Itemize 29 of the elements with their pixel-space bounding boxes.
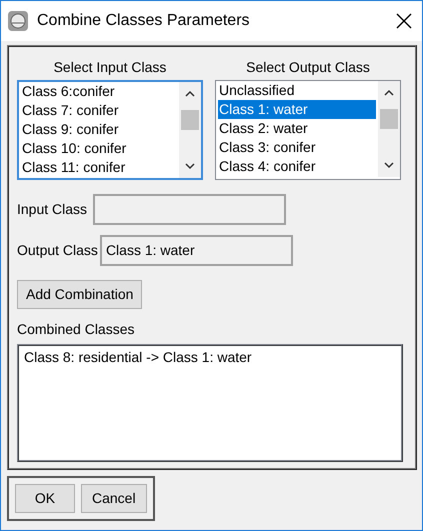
combined-list[interactable]: Class 8: residential -> Class 1: water bbox=[17, 344, 403, 462]
add-button[interactable]: Add Combination bbox=[17, 280, 142, 309]
scrollbar[interactable] bbox=[378, 81, 400, 179]
list-item[interactable]: Class 11: conifer bbox=[21, 158, 177, 177]
window-title: Combine Classes Parameters bbox=[37, 11, 251, 31]
list-item[interactable]: Class 6:conifer bbox=[21, 82, 177, 101]
field-label: Output Class bbox=[17, 241, 98, 260]
field-label: Input Class bbox=[17, 200, 88, 219]
list-item[interactable]: Class 8: residential -> Class 1: water bbox=[23, 348, 397, 367]
list-item[interactable]: Class 1: water bbox=[218, 100, 376, 119]
class-list[interactable]: Class 6:conifer Class 7: conifer Class 9: conifer Class 10: conifer Class 11: conifer bbox=[17, 80, 203, 180]
list-item[interactable]: Class 9: conifer bbox=[21, 120, 177, 139]
list-item[interactable]: Class 7: conifer bbox=[21, 101, 177, 120]
list-item[interactable]: Class 10: conifer bbox=[21, 139, 177, 158]
list-item[interactable]: Class 4: conifer bbox=[218, 157, 376, 176]
scrollbar[interactable] bbox=[179, 82, 201, 178]
list-item[interactable]: Unclassified bbox=[218, 81, 376, 100]
cancel-button[interactable]: Cancel bbox=[81, 484, 147, 513]
section-label: Combined Classes bbox=[17, 320, 136, 339]
list-heading: Select Input Class bbox=[54, 58, 166, 77]
ok-button[interactable]: OK bbox=[15, 484, 75, 513]
list-item[interactable]: Class 3: conifer bbox=[218, 138, 376, 157]
class-list[interactable]: Unclassified Class 1: water Class 2: water Class 3: conifer Class 4: conifer bbox=[215, 80, 401, 180]
input-field[interactable] bbox=[93, 194, 286, 225]
app-icon bbox=[7, 10, 29, 32]
list-heading: Select Output Class bbox=[246, 58, 370, 77]
list-item[interactable]: Class 2: water bbox=[218, 119, 376, 138]
output-field[interactable]: Class 1: water bbox=[100, 235, 293, 266]
close-icon[interactable] bbox=[396, 13, 412, 29]
